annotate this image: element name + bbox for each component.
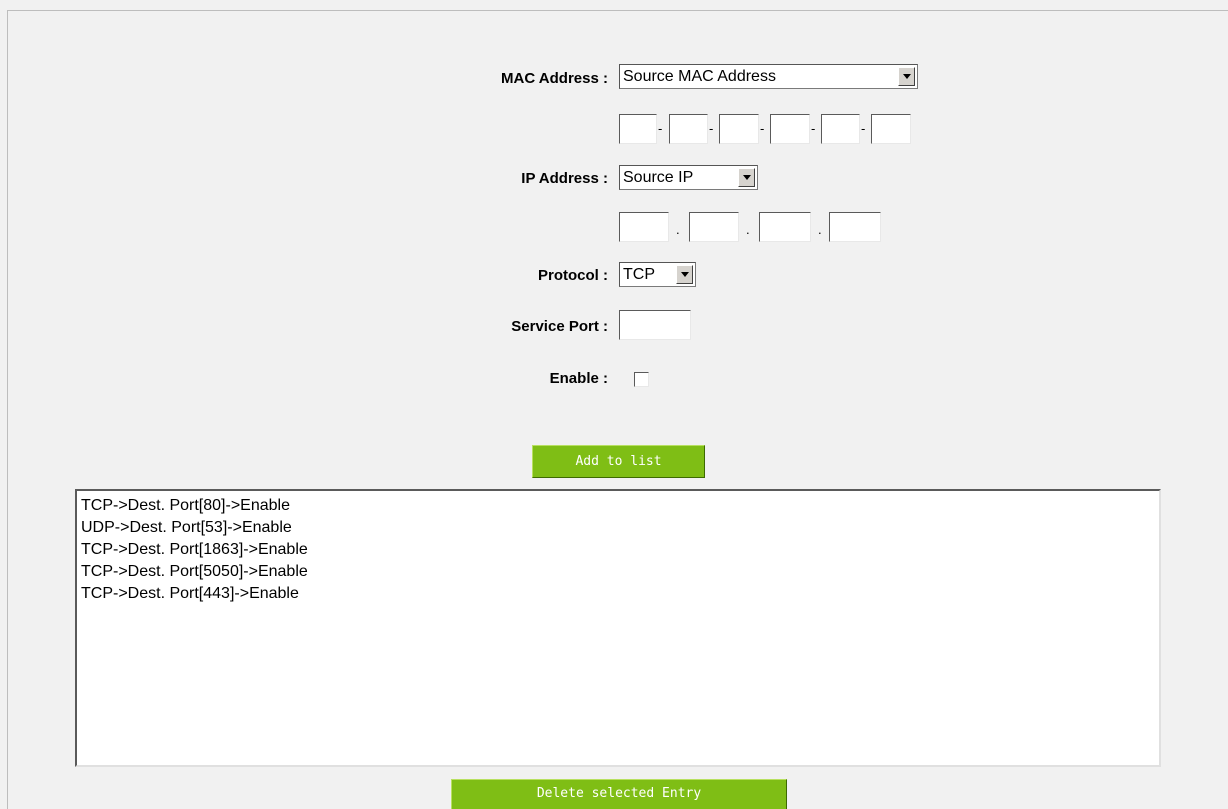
enable-checkbox[interactable] [634, 372, 649, 387]
ip-address-select[interactable]: Source IP [619, 165, 758, 190]
mac-octet-2-input[interactable] [669, 114, 708, 144]
delete-selected-entry-button[interactable]: Delete selected Entry [451, 779, 787, 809]
mac-octet-3-input[interactable] [719, 114, 759, 144]
mac-separator: - [760, 121, 765, 136]
mac-octet-4-input[interactable] [770, 114, 810, 144]
chevron-down-icon[interactable] [676, 265, 693, 284]
mac-octet-6-input[interactable] [871, 114, 911, 144]
ip-octet-2-input[interactable] [689, 212, 739, 242]
mac-separator: - [861, 121, 866, 136]
protocol-select-value: TCP [623, 266, 655, 283]
ip-octet-3-input[interactable] [759, 212, 811, 242]
service-port-label: Service Port : [511, 318, 608, 335]
list-item[interactable]: TCP->Dest. Port[443]->Enable [81, 583, 1159, 605]
ip-separator: . [746, 222, 750, 237]
list-item[interactable]: TCP->Dest. Port[5050]->Enable [81, 561, 1159, 583]
entry-listbox[interactable]: TCP->Dest. Port[80]->Enable UDP->Dest. P… [75, 489, 1161, 767]
ip-octet-1-input[interactable] [619, 212, 669, 242]
mac-address-select-value: Source MAC Address [623, 68, 776, 85]
protocol-select[interactable]: TCP [619, 262, 696, 287]
mac-address-label: MAC Address : [501, 70, 608, 87]
mac-octet-5-input[interactable] [821, 114, 860, 144]
add-to-list-button[interactable]: Add to list [532, 445, 705, 478]
chevron-down-icon[interactable] [898, 67, 915, 86]
list-item[interactable]: TCP->Dest. Port[80]->Enable [81, 495, 1159, 517]
service-port-input[interactable] [619, 310, 691, 340]
mac-octet-1-input[interactable] [619, 114, 657, 144]
chevron-down-icon[interactable] [738, 168, 755, 187]
list-item[interactable]: UDP->Dest. Port[53]->Enable [81, 517, 1159, 539]
ip-separator: . [818, 222, 822, 237]
mac-address-select[interactable]: Source MAC Address [619, 64, 918, 89]
protocol-label: Protocol : [538, 267, 608, 284]
mac-separator: - [811, 121, 816, 136]
mac-separator: - [658, 121, 663, 136]
mac-separator: - [709, 121, 714, 136]
ip-address-select-value: Source IP [623, 169, 694, 186]
list-item[interactable]: TCP->Dest. Port[1863]->Enable [81, 539, 1159, 561]
ip-separator: . [676, 222, 680, 237]
ip-octet-4-input[interactable] [829, 212, 881, 242]
enable-label: Enable : [549, 370, 608, 387]
ip-address-label: IP Address : [521, 170, 608, 187]
